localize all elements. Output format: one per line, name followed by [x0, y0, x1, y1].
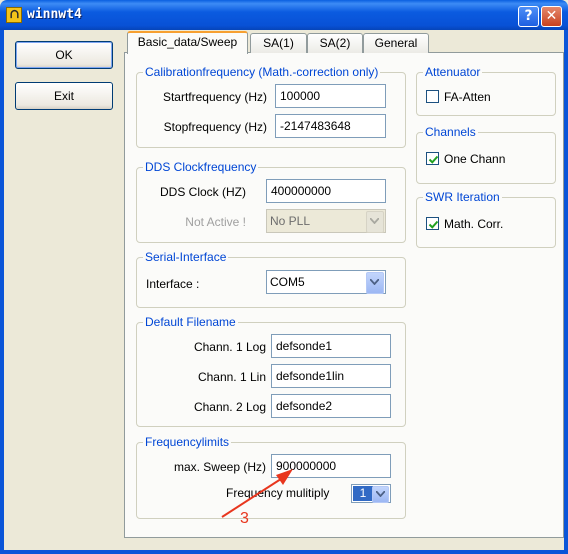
close-button[interactable]: ✕ — [541, 6, 562, 27]
chevron-down-icon — [366, 211, 384, 233]
channels-legend: Channels — [423, 125, 478, 139]
startfrequency-input[interactable]: 100000 — [275, 84, 386, 108]
interface-label: Interface : — [146, 277, 200, 291]
startfrequency-label: Startfrequency (Hz) — [162, 90, 267, 104]
tab-sa1[interactable]: SA(1) — [250, 33, 307, 53]
tab-basic-data-sweep[interactable]: Basic_data/Sweep — [127, 31, 248, 54]
help-button[interactable]: ? — [518, 6, 539, 27]
one-chann-label: One Chann — [444, 152, 506, 166]
frequency-multiply-value: 1 — [353, 486, 373, 501]
checkmark-icon — [428, 155, 439, 164]
chevron-down-icon[interactable] — [366, 272, 384, 294]
pll-not-active-label: Not Active ! — [185, 215, 246, 229]
window-frame-left — [0, 30, 4, 554]
chann2-log-label: Chann. 2 Log — [193, 400, 266, 414]
exit-button[interactable]: Exit — [15, 82, 113, 110]
chann2-log-input[interactable]: defsonde2 — [271, 394, 391, 418]
default-filename-legend: Default Filename — [143, 315, 238, 329]
annotation-arrow-icon — [221, 469, 293, 518]
chevron-down-icon[interactable] — [372, 486, 389, 503]
tab-general[interactable]: General — [363, 33, 429, 53]
title-bar[interactable] — [0, 0, 568, 30]
attenuator-legend: Attenuator — [423, 65, 483, 79]
pll-select-value: No PLL — [270, 214, 311, 228]
interface-select[interactable]: COM5 — [266, 270, 386, 294]
interface-select-value: COM5 — [270, 275, 305, 289]
math-corr-checkbox[interactable] — [426, 217, 439, 230]
dds-clock-input[interactable]: 400000000 — [266, 179, 386, 203]
ok-button[interactable]: OK — [15, 41, 113, 69]
frequency-multiply-select[interactable]: 1 — [351, 484, 391, 503]
frequencylimits-legend: Frequencylimits — [143, 435, 232, 449]
serial-interface-legend: Serial-Interface — [143, 250, 229, 264]
checkmark-icon — [428, 220, 439, 229]
math-corr-label: Math. Corr. — [444, 217, 504, 231]
dds-clock-label: DDS Clock (HZ) — [160, 185, 246, 199]
chann1-lin-label: Chann. 1 Lin — [197, 370, 266, 384]
window-title: winnwt4 — [27, 7, 82, 22]
stopfrequency-input[interactable]: -2147483648 — [275, 114, 386, 138]
pll-select: No PLL — [266, 209, 386, 233]
window-frame-right — [564, 30, 568, 554]
annotation-number: 3 — [240, 510, 249, 527]
window-frame-bottom — [0, 550, 568, 554]
chann1-log-label: Chann. 1 Log — [193, 340, 266, 354]
fa-atten-label: FA-Atten — [444, 90, 491, 104]
chann1-log-input[interactable]: defsonde1 — [271, 334, 391, 358]
one-chann-checkbox[interactable] — [426, 152, 439, 165]
dds-clock-legend: DDS Clockfrequency — [143, 160, 259, 174]
fa-atten-checkbox[interactable] — [426, 90, 439, 103]
swr-iteration-legend: SWR Iteration — [423, 190, 502, 204]
stopfrequency-label: Stopfrequency (Hz) — [163, 120, 267, 134]
calibration-legend: Calibrationfrequency (Math.-correction o… — [143, 65, 381, 79]
chann1-lin-input[interactable]: defsonde1lin — [271, 364, 391, 388]
tab-sa2[interactable]: SA(2) — [307, 33, 363, 53]
app-icon: ∩ — [6, 7, 22, 23]
